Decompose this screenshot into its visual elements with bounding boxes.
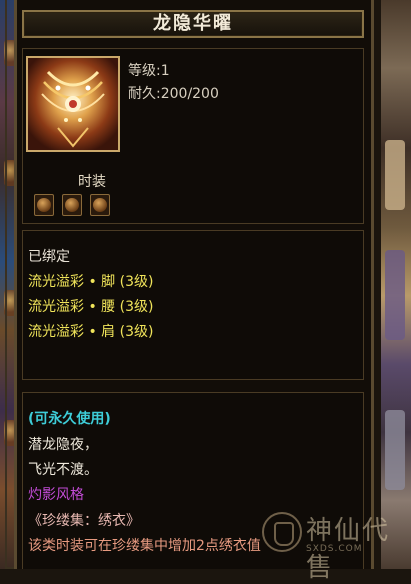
- effect-line: 流光溢彩 • 肩 (3级): [28, 324, 154, 340]
- item-durability: 耐久:200/200: [128, 86, 219, 102]
- scene-character: [385, 140, 405, 210]
- item-level: 等级:1: [128, 63, 170, 79]
- gem-icon: [37, 198, 51, 212]
- watermark-logo-icon: [262, 512, 302, 552]
- gem-icon: [93, 198, 107, 212]
- collection-name: 《珍缕集：绣衣》: [28, 513, 140, 529]
- watermark-url: SXDS.COM: [306, 544, 363, 554]
- bound-status: 已绑定: [28, 249, 70, 265]
- game-scene-right: [381, 0, 411, 569]
- costume-icon: [28, 58, 118, 150]
- scene-character: [385, 410, 405, 490]
- effect-line: 流光溢彩 • 腰 (3级): [28, 299, 154, 315]
- socket-slot[interactable]: [62, 194, 82, 216]
- permanent-use-note: (可永久使用): [28, 411, 111, 427]
- item-category: 时装: [78, 174, 106, 190]
- collection-description: 该类时装可在珍缕集中增加2点绣衣值: [28, 538, 261, 554]
- socket-slot[interactable]: [34, 194, 54, 216]
- scene-character: [385, 250, 405, 340]
- gem-icon: [65, 198, 79, 212]
- item-name-title: 龙隐华曜: [22, 10, 364, 38]
- effect-line: 流光溢彩 • 脚 (3级): [28, 274, 154, 290]
- site-watermark: 神仙代售 SXDS.COM: [262, 506, 411, 583]
- item-icon[interactable]: [26, 56, 120, 152]
- flavor-text-line: 飞光不渡。: [28, 462, 98, 478]
- style-label: 灼影风格: [28, 487, 84, 503]
- socket-slot[interactable]: [90, 194, 110, 216]
- flavor-text-line: 潜龙隐夜，: [28, 437, 98, 453]
